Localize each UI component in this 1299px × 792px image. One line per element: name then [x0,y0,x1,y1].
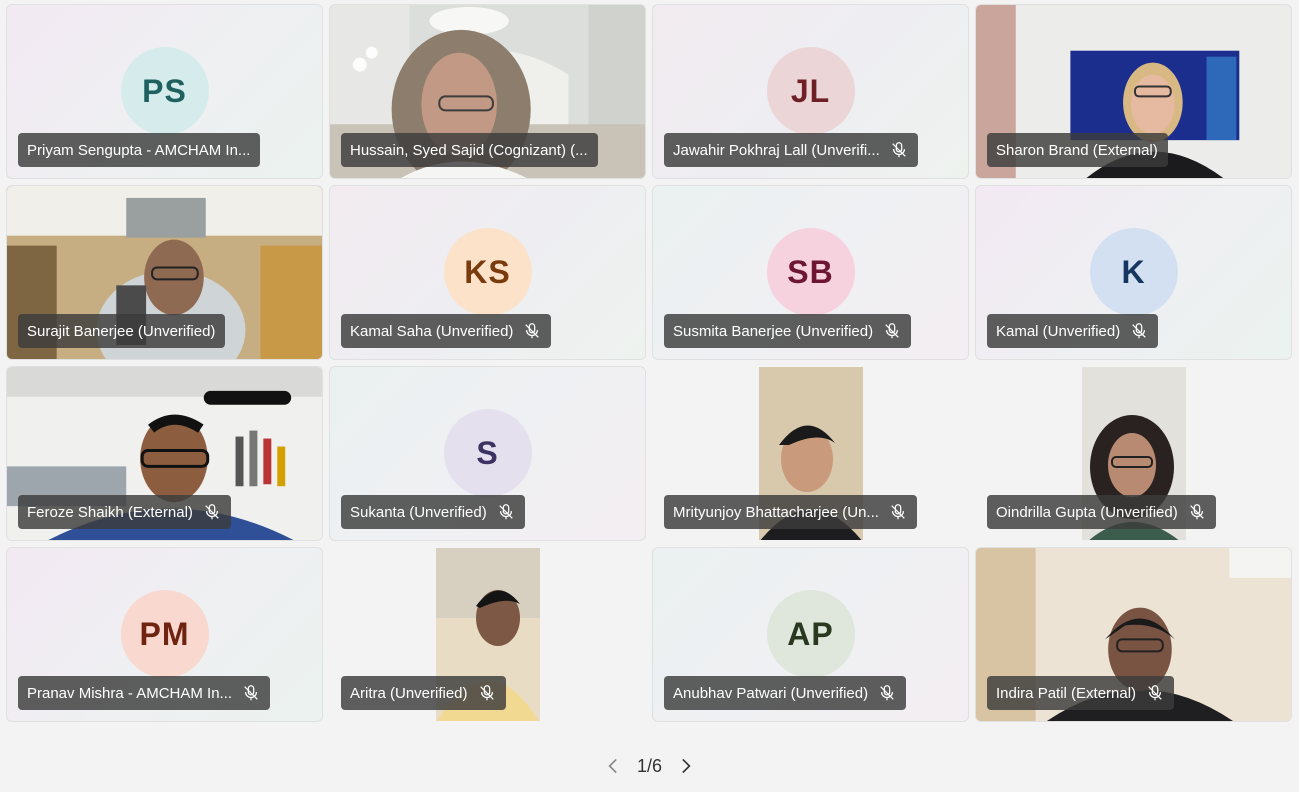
participant-name: Aritra (Unverified) [350,684,468,702]
participant-name-label: Mrityunjoy Bhattacharjee (Un... [664,495,917,529]
participant-name-label: Aritra (Unverified) [341,676,506,710]
participant-name: Sukanta (Unverified) [350,503,487,521]
mic-off-icon [891,504,905,520]
avatar: AP [766,590,855,678]
avatar: SB [766,228,855,316]
participant-tile[interactable]: KS Kamal Saha (Unverified) [329,185,646,360]
mic-off-icon [244,685,258,701]
participant-name: Kamal (Unverified) [996,322,1121,340]
participant-name: Oindrilla Gupta (Unverified) [996,503,1178,521]
avatar: JL [766,47,855,135]
participant-tile[interactable]: PM Pranav Mishra - AMCHAM In... [6,547,323,722]
avatar: K [1089,228,1178,316]
participant-tile[interactable]: PS Priyam Sengupta - AMCHAM In... [6,4,323,179]
participant-name-label: Feroze Shaikh (External) [18,495,231,529]
participant-tile[interactable]: Mrityunjoy Bhattacharjee (Un... [652,366,969,541]
participant-tile[interactable]: Oindrilla Gupta (Unverified) [975,366,1292,541]
participant-name-label: Oindrilla Gupta (Unverified) [987,495,1216,529]
participant-name: Anubhav Patwari (Unverified) [673,684,869,702]
page-indicator: 1/6 [636,755,663,776]
participant-name: Sharon Brand (External) [996,141,1158,159]
participant-name: Priyam Sengupta - AMCHAM In... [27,141,251,159]
participant-name-label: Jawahir Pokhraj Lall (Unverifi... [664,133,918,167]
participant-tile[interactable]: K Kamal (Unverified) [975,185,1292,360]
mic-off-icon [205,504,219,520]
participant-name-label: Pranav Mishra - AMCHAM In... [18,676,271,710]
participant-name: Hussain, Syed Sajid (Cognizant) (... [350,141,588,159]
participant-tile[interactable]: Aritra (Unverified) [329,547,646,722]
mic-off-icon [1132,323,1146,339]
participant-name: Indira Patil (External) [996,684,1137,702]
participant-name-label: Anubhav Patwari (Unverified) [664,676,907,710]
participant-tile[interactable]: Surajit Banerjee (Unverified) [6,185,323,360]
participant-name-label: Sharon Brand (External) [987,133,1168,167]
mic-off-icon [892,142,906,158]
participant-tile[interactable]: Indira Patil (External) [975,547,1292,722]
avatar: PM [120,590,209,678]
mic-off-icon [1148,685,1162,701]
mic-off-icon [885,323,899,339]
participant-tile[interactable]: JL Jawahir Pokhraj Lall (Unverifi... [652,4,969,179]
participant-tile[interactable]: S Sukanta (Unverified) [329,366,646,541]
pagination: 1/6 [0,755,1299,777]
avatar: KS [443,228,532,316]
avatar: PS [120,47,209,135]
mic-off-icon [479,685,494,701]
participant-tile[interactable]: Hussain, Syed Sajid (Cognizant) (... [329,4,646,179]
participant-name-label: Kamal (Unverified) [987,314,1159,348]
mic-off-icon [1190,504,1204,520]
mic-off-icon [880,685,894,701]
participant-name: Kamal Saha (Unverified) [350,322,514,340]
chevron-right-icon[interactable] [674,755,696,777]
participant-name-label: Kamal Saha (Unverified) [341,314,552,348]
participant-name: Pranav Mishra - AMCHAM In... [27,684,233,702]
chevron-left-icon[interactable] [603,755,625,777]
participant-name-label: Indira Patil (External) [987,676,1175,710]
participant-tile[interactable]: AP Anubhav Patwari (Unverified) [652,547,969,722]
participant-name-label: Hussain, Syed Sajid (Cognizant) (... [341,133,598,167]
participant-name-label: Sukanta (Unverified) [341,495,525,529]
participant-tile[interactable]: SB Susmita Banerjee (Unverified) [652,185,969,360]
mic-off-icon [525,323,540,339]
mic-off-icon [498,504,513,520]
participant-name: Mrityunjoy Bhattacharjee (Un... [673,503,879,521]
participant-name-label: Susmita Banerjee (Unverified) [664,314,912,348]
participant-name-label: Surajit Banerjee (Unverified) [18,314,226,348]
participant-tile[interactable]: Feroze Shaikh (External) [6,366,323,541]
participant-name: Surajit Banerjee (Unverified) [27,322,216,340]
avatar: S [443,409,532,497]
participant-name: Susmita Banerjee (Unverified) [673,322,874,340]
participant-name: Jawahir Pokhraj Lall (Unverifi... [673,141,880,159]
participant-name-label: Priyam Sengupta - AMCHAM In... [18,133,261,167]
participant-grid: PS Priyam Sengupta - AMCHAM In... Hussai… [6,4,1292,722]
participant-tile[interactable]: Sharon Brand (External) [975,4,1292,179]
participant-name: Feroze Shaikh (External) [27,503,193,521]
